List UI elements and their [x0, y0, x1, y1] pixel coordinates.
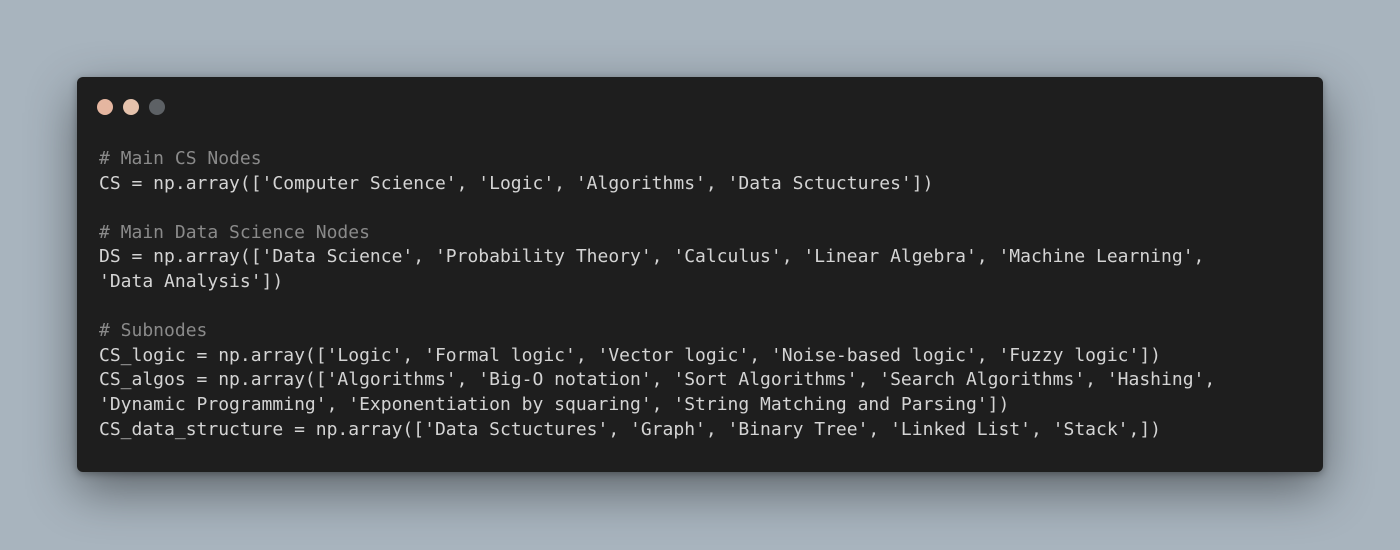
code-line-comment: # Subnodes [99, 320, 208, 342]
code-line: CS_algos = np.array(['Algorithms', 'Big-… [99, 369, 1216, 391]
code-line-comment: # Main Data Science Nodes [99, 221, 370, 243]
code-line: CS = np.array(['Computer Science', 'Logi… [99, 172, 934, 194]
code-window: # Main CS Nodes CS = np.array(['Computer … [77, 77, 1323, 472]
minimize-dot-icon[interactable] [123, 99, 139, 115]
code-line: 'Data Analysis']) [99, 270, 284, 292]
code-line: 'Dynamic Programming', 'Exponentiation b… [99, 393, 1010, 415]
code-line: CS_logic = np.array(['Logic', 'Formal lo… [99, 344, 1162, 366]
code-line-comment: # Main CS Nodes [99, 148, 262, 169]
window-controls [97, 99, 165, 115]
maximize-dot-icon[interactable] [149, 99, 165, 115]
code-line: CS_data_structure = np.array(['Data Sctu… [99, 418, 1162, 440]
code-block: # Main CS Nodes CS = np.array(['Computer … [99, 147, 1303, 442]
close-dot-icon[interactable] [97, 99, 113, 115]
code-line: DS = np.array(['Data Science', 'Probabil… [99, 246, 1205, 268]
